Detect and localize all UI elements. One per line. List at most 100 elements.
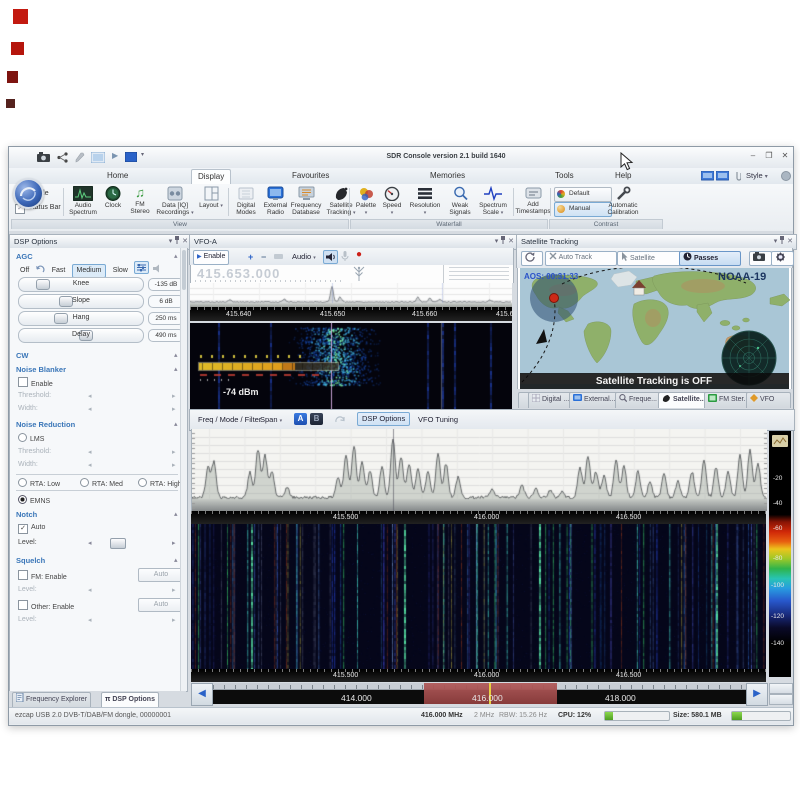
vfo-frequency-scale[interactable]: 415.640 415.650 415.660 415.6 [190,307,512,321]
ribbon-button-weak-signals[interactable]: Weak Signals [445,186,475,218]
pin-icon[interactable] [779,236,785,244]
ribbon-button-external-radio[interactable]: External Radio [261,186,290,218]
share-icon[interactable] [57,152,68,163]
squelch-other-auto-button[interactable]: Auto [138,598,184,612]
span-dropdown[interactable]: Span ▾ [260,415,282,424]
rta-low-radio[interactable]: RTA: Low [18,481,60,488]
freq-mode-filter-button[interactable]: Freq / Mode / Filter [198,415,261,424]
tab-home[interactable]: Home [101,169,134,183]
snapshot-button[interactable] [749,251,772,266]
tab-frequency-explorer[interactable]: Frequency Explorer [12,692,91,708]
ribbon-button-layout[interactable]: Layout ▾ [196,186,226,218]
close-button[interactable]: ✕ [778,150,792,162]
nr-collapse-icon[interactable]: ▴ [174,420,178,428]
squelch-section-label[interactable]: Squelch [16,556,45,565]
vfo-spectrum[interactable] [190,283,512,307]
agc-slow-button[interactable]: Slow [109,265,132,277]
nr-threshold-slider[interactable]: Threshold:◂▸ [18,448,182,458]
contrast-up-button[interactable] [769,683,793,694]
cw-collapse-icon[interactable]: ▴ [174,351,178,359]
panel-close-icon[interactable]: ✕ [508,238,514,245]
pin-icon[interactable] [500,236,506,244]
satellite-refresh-button[interactable] [521,251,543,266]
passes-button[interactable]: Passes [679,251,741,266]
contrast-down-button[interactable] [769,694,793,705]
fit-button[interactable] [274,254,283,259]
agc-mute-icon[interactable] [151,263,163,274]
agc-undo-icon[interactable] [35,265,45,274]
ribbon-button-frequency-database[interactable]: Frequency Database [290,186,322,218]
nav-right-button[interactable]: ▶ [746,683,768,706]
tab-vfo-tuning[interactable]: VFO Tu... [746,392,791,408]
squelch-collapse-icon[interactable]: ▴ [174,556,178,564]
nav-left-button[interactable]: ◀ [191,683,213,706]
paperclip-icon[interactable] [733,171,741,182]
nb-collapse-icon[interactable]: ▴ [174,365,178,373]
app-orb-button[interactable] [13,178,44,209]
panel-close-icon[interactable]: ✕ [182,238,188,245]
quick-access-caret-icon[interactable]: ▾ [141,151,144,158]
nb-width-slider[interactable]: Width:◂▸ [18,405,182,415]
notch-level-handle[interactable] [110,538,126,549]
pin-icon[interactable] [174,236,180,244]
tab-tools[interactable]: Tools [549,169,580,183]
ribbon-button-resolution[interactable]: Resolution▾ [405,186,445,218]
maximize-button[interactable]: ❐ [762,150,776,162]
mic-button[interactable] [340,251,350,262]
agc-off-button[interactable]: Off [16,265,33,277]
tab-dsp-options[interactable]: π DSP Options [101,692,159,708]
vfo-enable-button[interactable]: ▶ Enable [193,250,229,265]
tab-memories[interactable]: Memories [424,169,471,183]
blue-screen-icon[interactable] [125,152,137,162]
ribbon-button-speed[interactable]: Speed▾ [379,186,405,218]
agc-fast-button[interactable]: Fast [48,265,70,277]
nr-lms-radio[interactable]: LMS [18,433,182,443]
waterfall-palette-icon[interactable] [772,435,788,447]
nb-threshold-slider[interactable]: Threshold:◂▸ [18,392,182,402]
tab-digital[interactable]: Digital ... [528,392,573,408]
notch-collapse-icon[interactable]: ▴ [174,510,178,518]
agc-medium-button[interactable]: Medium [72,264,107,278]
tab-satellite[interactable]: Satellite... [658,392,710,408]
ribbon-button-audio-spectrum[interactable]: Audio Spectrum [66,186,100,218]
notch-section-label[interactable]: Notch [16,510,37,519]
notch-level-slider[interactable]: Level:◂▸ [18,539,182,549]
ribbon-button-data-recordings[interactable]: Data [IQ] Recordings ▾ [154,186,196,218]
agc-knee-slider[interactable]: Knee [18,277,144,292]
panel-menu-icon[interactable]: ▾ [774,238,778,245]
ribbon-button-automatic-calibration[interactable]: Automatic Calibration [601,186,645,218]
dsp-options-toggle[interactable]: DSP Options [357,412,410,426]
main-frequency-scale[interactable]: 415.500 416.000 416.500 [191,511,766,524]
squelch-fm-level-slider[interactable]: Level:◂▸ [18,586,182,596]
monitor-blue2-icon[interactable] [716,171,729,181]
main-spectrum[interactable] [191,429,767,511]
satellite-settings-button[interactable] [771,251,794,266]
auto-track-button[interactable]: Auto Track [545,251,617,266]
rta-med-radio[interactable]: RTA: Med [80,478,123,488]
about-icon[interactable] [781,171,791,181]
nr-section-label[interactable]: Noise Reduction [16,420,75,429]
panel-menu-icon[interactable]: ▾ [169,238,173,245]
record-button[interactable]: ● [356,249,362,260]
ribbon-button-spectrum-scale[interactable]: Spectrum Scale ▾ [475,186,511,218]
speaker-button[interactable] [323,250,338,264]
ribbon-button-palette[interactable]: Palette▾ [353,186,379,218]
zoom-out-button[interactable]: − [261,252,266,262]
camera-icon[interactable] [37,152,50,162]
agc-sliders-icon[interactable] [134,261,149,274]
nav-bar[interactable]: 414.000 416.000 418.000 [213,683,746,704]
tab-favourites[interactable]: Favourites [286,169,335,183]
agc-collapse-icon[interactable]: ▴ [174,252,178,260]
vfo-a-toggle[interactable]: A [294,413,307,425]
squelch-other-level-slider[interactable]: Level:◂▸ [18,616,182,626]
nb-enable-row[interactable]: Enable [18,377,182,387]
minimize-button[interactable]: – [746,150,760,162]
agc-delay-slider[interactable]: Delay [18,328,144,343]
nr-emns-radio[interactable]: EMNS [18,495,182,505]
ribbon-button-clock[interactable]: Clock [100,186,126,218]
ribbon-button-add-timestamps[interactable]: Add Timestamps [517,186,549,218]
vfo-frequency-display[interactable]: 415.653.000 [197,266,280,281]
panel-close-icon[interactable]: ✕ [787,238,793,245]
agc-slope-slider[interactable]: Slope [18,294,144,309]
preview-window-icon[interactable] [91,152,105,163]
